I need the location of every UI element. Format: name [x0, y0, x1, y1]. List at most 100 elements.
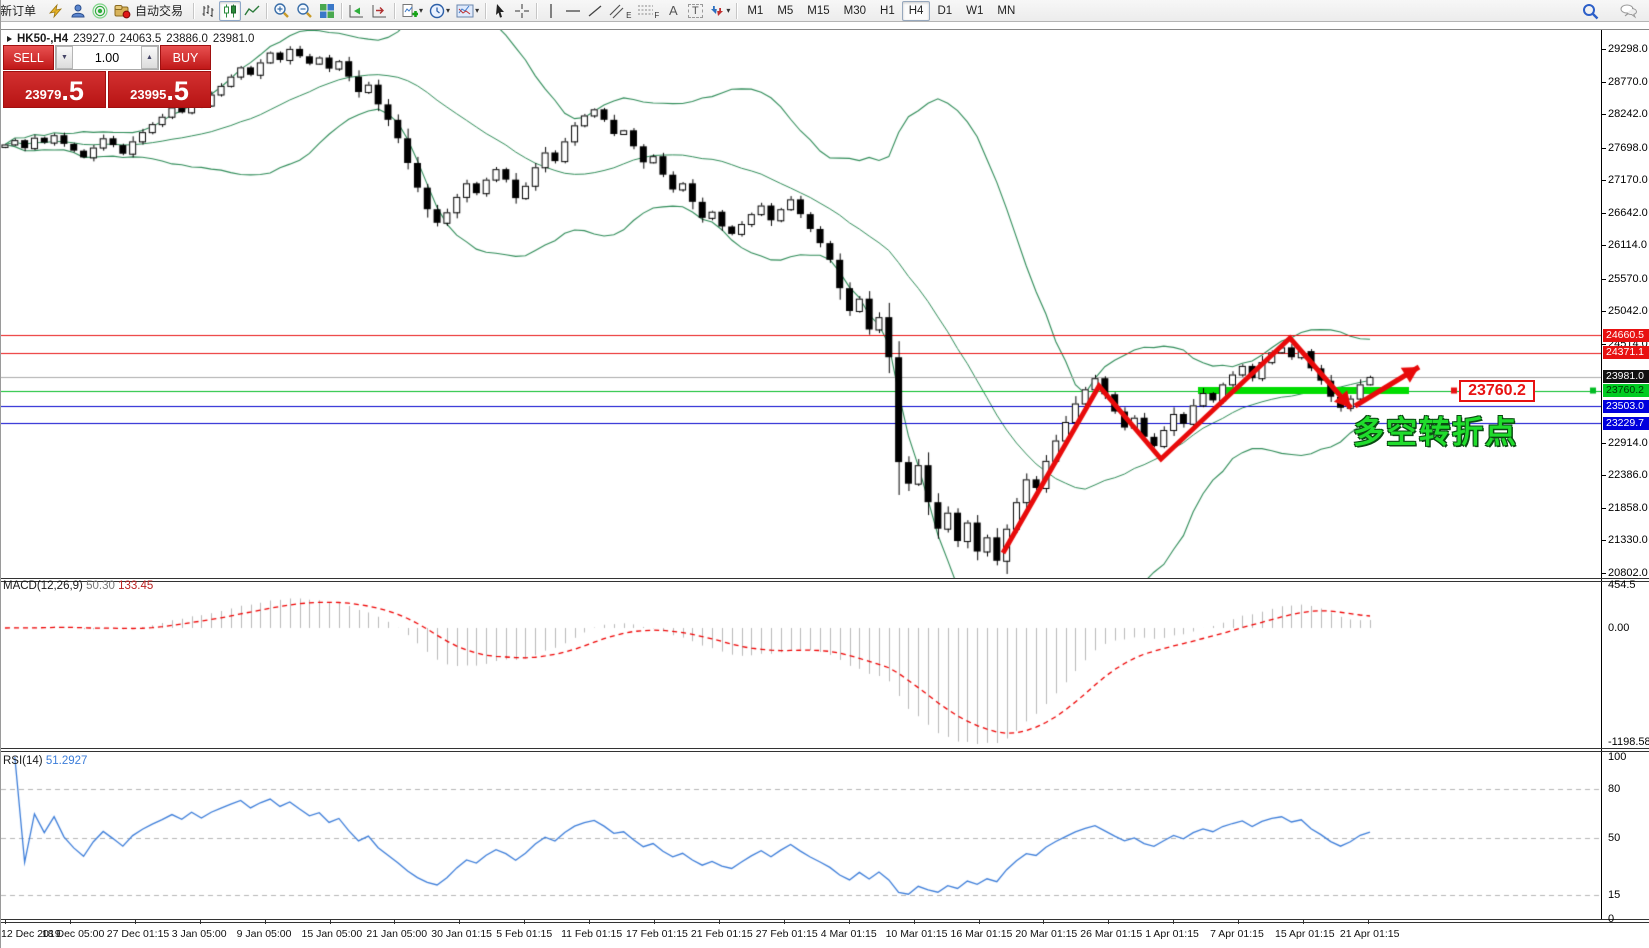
ohlc-low: 23886.0	[166, 33, 208, 45]
pivot-annotation-text[interactable]: 多空转折点	[1353, 407, 1518, 452]
text-icon[interactable]: A	[662, 1, 684, 21]
time-tick	[330, 920, 331, 924]
sell-price-display[interactable]: 23979.5	[3, 71, 106, 108]
time-tick	[849, 920, 850, 924]
timeframe-m15[interactable]: M15	[800, 1, 836, 21]
price-tick: 26642.0	[1608, 207, 1648, 219]
search-icon[interactable]	[1579, 1, 1602, 21]
time-label: 9 Jan 05:00	[237, 928, 292, 940]
time-label: 4 Mar 01:15	[821, 928, 877, 940]
time-axis[interactable]: 12 Dec 201918 Dec 05:0027 Dec 01:153 Jan…	[1, 924, 1649, 948]
new-order-button[interactable]: 新订单	[1, 1, 41, 21]
chart-shift-icon[interactable]	[368, 1, 391, 21]
time-label: 27 Dec 01:15	[107, 928, 169, 940]
timeframe-m1[interactable]: M1	[740, 1, 770, 21]
price-tick: 29298.0	[1608, 43, 1648, 55]
crosshair-icon[interactable]	[511, 1, 533, 21]
volume-increase-button[interactable]: ▲	[141, 46, 158, 69]
sell-price-main: 23979	[25, 85, 61, 105]
zoom-out-icon[interactable]	[293, 1, 316, 21]
buy-button[interactable]: BUY	[160, 45, 211, 70]
price-tick-dash	[1601, 213, 1606, 214]
rsi-canvas[interactable]	[1, 752, 1601, 919]
chat-icon[interactable]	[1616, 1, 1642, 21]
navigator-icon[interactable]	[67, 1, 89, 21]
new-chart-button[interactable]: ▾	[398, 1, 426, 21]
price-tick: 27170.0	[1608, 174, 1648, 186]
chart-window-icon[interactable]	[44, 1, 67, 21]
horizontal-line-icon[interactable]	[562, 1, 584, 21]
price-tick-dash	[1601, 114, 1606, 115]
price-tick-dash	[1601, 279, 1606, 280]
price-tick-dash	[1601, 540, 1606, 541]
vertical-line-icon[interactable]	[540, 1, 562, 21]
time-tick	[1173, 920, 1174, 924]
fibonacci-icon[interactable]: F	[634, 1, 662, 21]
symbol-period: HK50-,H4	[17, 33, 68, 45]
price-badge-resistance: 24660.5	[1603, 329, 1649, 342]
price-tick-dash	[1601, 49, 1606, 50]
tile-windows-icon[interactable]	[316, 1, 338, 21]
auto-scroll-icon[interactable]	[345, 1, 368, 21]
ohlc-close: 23981.0	[213, 33, 255, 45]
time-label: 15 Apr 01:15	[1275, 928, 1335, 940]
time-tick	[784, 920, 785, 924]
price-tick: 25042.0	[1608, 305, 1648, 317]
rsi-axis-label: 50	[1608, 832, 1620, 844]
macd-rsi-separator[interactable]	[1, 748, 1649, 753]
zoom-in-icon[interactable]	[270, 1, 293, 21]
time-tick	[979, 920, 980, 924]
timeframe-mn[interactable]: MN	[990, 1, 1022, 21]
buy-price-display[interactable]: 23995.5	[108, 71, 211, 108]
timeframe-d1[interactable]: D1	[930, 1, 959, 21]
line-chart-icon[interactable]	[241, 1, 263, 21]
timeframe-m30[interactable]: M30	[837, 1, 873, 21]
time-label: 18 Dec 05:00	[42, 928, 104, 940]
volume-input[interactable]: 1.00	[73, 46, 141, 69]
timeframe-h1[interactable]: H1	[873, 1, 902, 21]
templates-button[interactable]: ▾	[453, 1, 482, 21]
text-label-icon[interactable]: T	[684, 1, 706, 21]
timeframe-w1[interactable]: W1	[959, 1, 990, 21]
candlestick-chart-icon[interactable]	[219, 1, 241, 21]
price-callout[interactable]: 23760.2	[1459, 380, 1535, 402]
time-label: 21 Feb 01:15	[691, 928, 753, 940]
price-tick-dash	[1601, 344, 1606, 345]
time-label: 10 Mar 01:15	[886, 928, 948, 940]
timeframe-h4[interactable]: H4	[902, 1, 931, 21]
periods-button[interactable]: ▾	[426, 1, 453, 21]
timeframe-m5[interactable]: M5	[770, 1, 800, 21]
price-tick: 22386.0	[1608, 469, 1648, 481]
time-tick	[1238, 920, 1239, 924]
time-label: 16 Mar 01:15	[951, 928, 1013, 940]
price-tick-dash	[1601, 148, 1606, 149]
equidistant-channel-icon[interactable]: E	[606, 1, 634, 21]
arrows-tool-button[interactable]: ▾	[706, 1, 733, 21]
volume-decrease-button[interactable]: ▼	[56, 46, 73, 69]
macd-canvas[interactable]	[1, 582, 1601, 746]
signals-icon[interactable]	[89, 1, 111, 21]
sell-button[interactable]: SELL	[3, 45, 54, 70]
time-tick	[1368, 920, 1369, 924]
autotrading-button[interactable]: 自动交易	[111, 1, 190, 21]
rsi-axis-label: 100	[1608, 751, 1626, 763]
time-tick	[654, 920, 655, 924]
time-label: 17 Feb 01:15	[626, 928, 688, 940]
price-tick: 21330.0	[1608, 534, 1648, 546]
cursor-icon[interactable]	[489, 1, 511, 21]
mt4-terminal: 新订单 自动交易	[0, 0, 1649, 948]
macd-axis-label: 454.5	[1608, 579, 1636, 591]
trendline-icon[interactable]	[584, 1, 606, 21]
main-macd-separator[interactable]	[1, 578, 1649, 583]
macd-axis-label: -1198.58	[1608, 736, 1649, 748]
price-tick: 28242.0	[1608, 108, 1648, 120]
time-tick	[719, 920, 720, 924]
bar-chart-icon[interactable]	[197, 1, 219, 21]
time-label: 1 Apr 01:15	[1145, 928, 1199, 940]
time-label: 20 Mar 01:15	[1015, 928, 1077, 940]
time-tick	[70, 920, 71, 924]
macd-axis-label: 0.00	[1608, 622, 1629, 634]
price-chart-canvas[interactable]	[1, 30, 1601, 578]
time-label: 7 Apr 01:15	[1210, 928, 1264, 940]
time-label: 26 Mar 01:15	[1080, 928, 1142, 940]
